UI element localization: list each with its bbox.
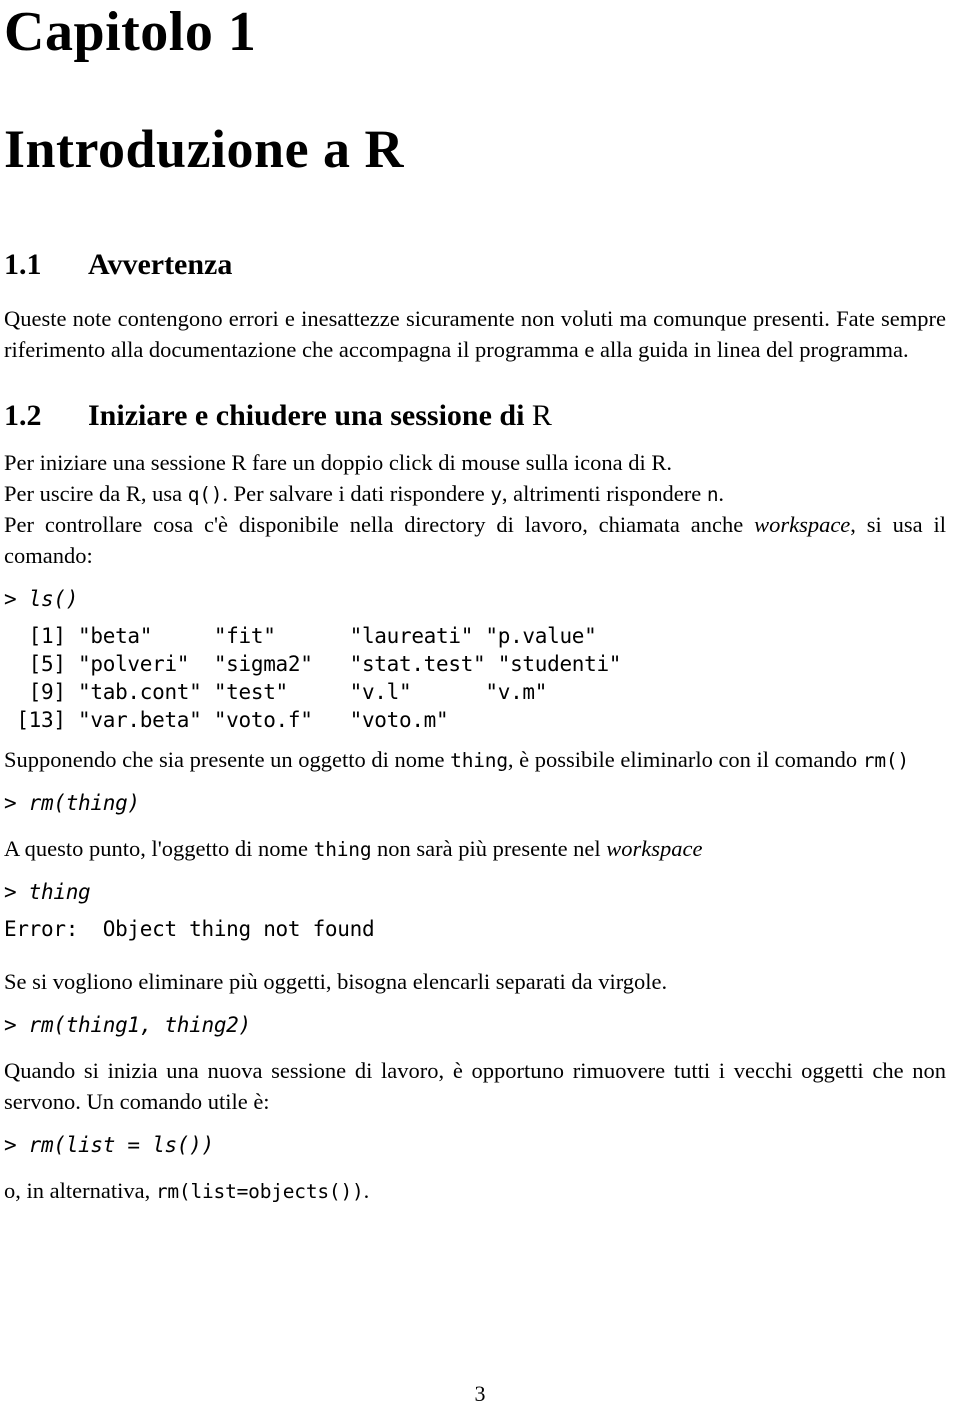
document-page: Capitolo 1 Introduzione a R 1.1 Avvertenz… [0,0,960,1421]
paragraph-start-session-line1: Per iniziare una sessione R fare un dopp… [4,450,672,476]
inline-code-y: y [490,483,502,507]
section-title: Avvertenza [88,248,233,281]
code-command-thing: > thing [4,879,91,904]
code-command-rm-list: > rm(list = ls()) [4,1132,214,1157]
code-output-error: Error: Object thing not found [4,916,375,941]
italic-workspace: workspace [754,512,851,538]
chapter-number: Capitolo 1 [4,1,257,63]
paragraph-remove-object: Supponendo che sia presente un oggetto d… [4,744,946,775]
text-fragment: . Per salvare i dati rispondere [222,481,485,507]
section-title-r-logo: R [531,399,552,433]
inline-code-n: n [706,483,719,507]
italic-workspace: workspace [606,835,703,861]
text-fragment: o, in alternativa, [4,1177,151,1203]
inline-code-thing: thing [450,748,508,772]
section-number: 1.2 [4,399,42,433]
code-command-rm-two: > rm(thing1, thing2) [4,1012,251,1037]
text-fragment: non sarà più presente nel [377,835,601,861]
inline-code-q: q() [187,483,223,507]
code-output-ls: [1] "beta" "fit" "laureati" "p.value" [5… [16,624,622,732]
paragraph-after-removal: A questo punto, l'oggetto di nome thing … [4,833,946,864]
text-fragment: A questo punto, l'oggetto di nome [4,835,309,861]
text-fragment: . [718,481,725,507]
inline-code-thing: thing [313,837,372,861]
code-command-ls: > ls() [4,587,79,612]
paragraph-alternative: o, in alternativa, rm(list=objects()). [4,1175,946,1206]
text-fragment: Supponendo che sia presente un oggetto d… [4,746,445,772]
section-heading-sessione: 1.2 Iniziare e chiudere una sessione di R [4,399,946,432]
code-command-rm-thing: > rm(thing) [4,790,140,815]
paragraph-avvertenza: Queste note contengono errori e inesatte… [4,306,946,363]
inline-code-rm: rm() [862,748,909,772]
section-title: Iniziare e chiudere una sessione di [88,399,525,433]
chapter-title: Introduzione a R [4,119,405,179]
inline-code-rm-list-objects: rm(list=objects()) [155,1179,364,1203]
text-fragment: Per controllare cosa c'è disponibile nel… [4,512,744,538]
section-heading-avvertenza: 1.1 Avvertenza [4,248,946,281]
paragraph-workspace-intro: Per controllare cosa c'è disponibile nel… [4,509,946,571]
page-number: 3 [474,1381,486,1406]
text-fragment: , è possibile eliminarlo con il comando [507,746,858,772]
paragraph-start-session-line2: Per uscire da R, usa q(). Per salvare i … [4,478,946,509]
text-fragment: . [363,1177,370,1203]
paragraph-new-session: Quando si inizia una nuova sessione di l… [4,1057,946,1114]
text-fragment: , altrimenti rispondere [501,481,702,507]
section-number: 1.1 [4,248,42,281]
text-fragment: Per uscire da R, usa [4,481,183,507]
paragraph-multiple-objects: Se si vogliono eliminare più oggetti, bi… [4,968,668,994]
